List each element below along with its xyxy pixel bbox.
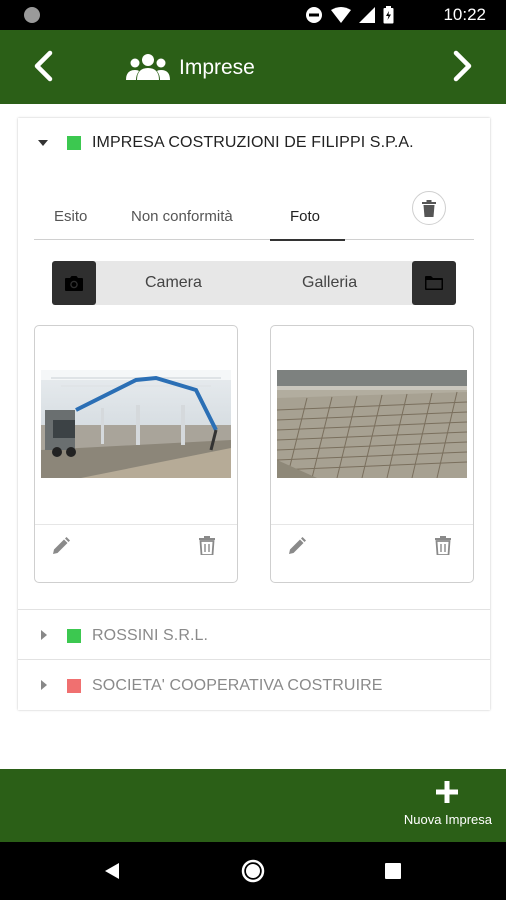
forward-button[interactable] — [452, 50, 474, 87]
bottom-action-bar: Nuova Impresa — [0, 769, 506, 842]
status-bar: 10:22 — [0, 0, 506, 30]
edit-photo-button[interactable] — [288, 537, 306, 560]
detail-tabs: Esito Non conformità Foto — [34, 196, 474, 240]
chevron-right-icon — [453, 50, 472, 82]
edit-photo-button[interactable] — [52, 537, 70, 560]
system-nav-bar — [0, 842, 506, 900]
status-square-icon — [67, 136, 81, 150]
active-tab-indicator — [270, 239, 345, 241]
camera-label[interactable]: Camera — [145, 274, 202, 292]
camera-icon — [65, 275, 83, 291]
signal-icon — [359, 7, 375, 23]
tab-foto[interactable]: Foto — [290, 208, 320, 225]
tab-non-conformita[interactable]: Non conformità — [131, 208, 233, 225]
home-circle-icon[interactable] — [241, 859, 265, 883]
status-square-icon — [67, 629, 81, 643]
delete-photo-button[interactable] — [435, 536, 451, 560]
dnd-icon — [306, 7, 322, 23]
tab-esito[interactable]: Esito — [54, 208, 87, 225]
list-divider — [18, 609, 490, 610]
company-item-costruire[interactable]: SOCIETA' COOPERATIVA COSTRUIRE — [18, 661, 490, 709]
recents-square-icon[interactable] — [385, 863, 401, 879]
company-name: ROSSINI S.R.L. — [92, 627, 209, 644]
companies-list: IMPRESA COSTRUZIONI DE FILIPPI S.P.A. Es… — [18, 118, 490, 710]
company-item-rossini[interactable]: ROSSINI S.R.L. — [18, 611, 490, 659]
delete-company-button[interactable] — [412, 191, 446, 225]
people-icon — [126, 53, 170, 86]
photo-source-selector: Camera Galleria — [52, 261, 456, 305]
company-item-de-filippi[interactable]: IMPRESA COSTRUZIONI DE FILIPPI S.P.A. — [18, 118, 490, 166]
gallery-label[interactable]: Galleria — [302, 274, 357, 292]
trash-icon — [422, 199, 436, 217]
trash-icon — [199, 536, 215, 556]
pencil-icon — [289, 537, 306, 554]
new-company-button[interactable] — [436, 781, 458, 808]
chevron-left-icon — [34, 50, 53, 82]
list-divider — [18, 659, 490, 660]
status-icons — [305, 6, 394, 24]
caret-right-icon — [41, 630, 47, 640]
caret-down-icon — [38, 140, 48, 146]
page-title: Imprese — [179, 56, 255, 79]
delete-photo-button[interactable] — [199, 536, 215, 560]
battery-icon — [383, 6, 394, 24]
photo-card-divider — [271, 524, 473, 525]
new-company-label[interactable]: Nuova Impresa — [404, 812, 492, 827]
status-time: 10:22 — [443, 5, 486, 24]
wifi-icon — [331, 7, 351, 23]
status-square-icon — [67, 679, 81, 693]
folder-icon — [425, 276, 443, 290]
photo-card — [34, 325, 238, 583]
plus-icon — [436, 781, 458, 803]
pencil-icon — [53, 537, 70, 554]
back-triangle-icon[interactable] — [104, 862, 120, 880]
caret-right-icon — [41, 680, 47, 690]
photo-image-rebar-mesh[interactable] — [277, 370, 467, 478]
gallery-button[interactable] — [412, 261, 456, 305]
company-name: SOCIETA' COOPERATIVA COSTRUIRE — [92, 677, 383, 694]
camera-dot-icon — [24, 7, 40, 23]
photo-card-divider — [35, 524, 237, 525]
back-button[interactable] — [32, 50, 54, 87]
photo-card — [270, 325, 474, 583]
company-name: IMPRESA COSTRUZIONI DE FILIPPI S.P.A. — [92, 134, 414, 151]
photo-image-concrete-pump[interactable] — [41, 370, 231, 478]
trash-icon — [435, 536, 451, 556]
app-header: Imprese — [0, 30, 506, 104]
camera-button[interactable] — [52, 261, 96, 305]
